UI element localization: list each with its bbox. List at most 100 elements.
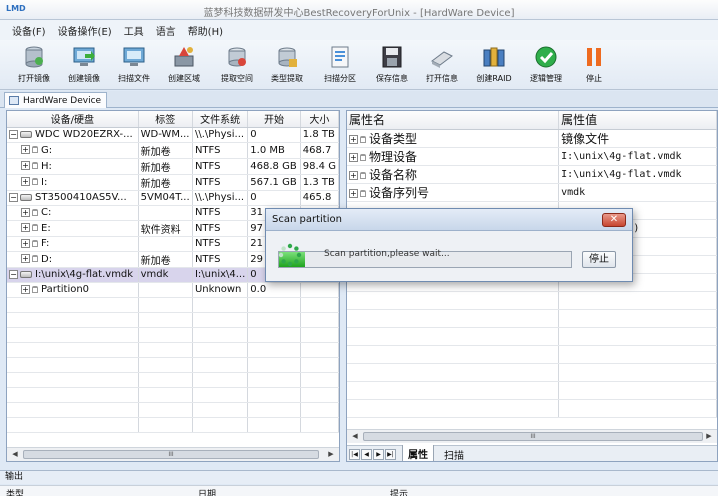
open-image-button[interactable]: 打开镜像 — [10, 44, 58, 88]
scan-files-button[interactable]: 扫描文件 — [110, 44, 158, 88]
filesystem-cell: NTFS — [192, 142, 249, 159]
properties-horizontal-scrollbar[interactable]: ◀ III ▶ — [347, 429, 717, 443]
logic-manage-icon — [535, 46, 557, 68]
volume-icon — [32, 162, 38, 169]
create-region-button[interactable]: 创建区域 — [160, 44, 208, 88]
output-column-type[interactable]: 类型 — [6, 487, 24, 496]
expand-icon[interactable]: + — [349, 152, 358, 162]
create-image-button[interactable]: 创建镜像 — [60, 44, 108, 88]
scroll-right-arrow-icon[interactable]: ▶ — [703, 431, 715, 442]
first-tab-icon[interactable]: |◀ — [349, 448, 360, 460]
expand-icon[interactable]: + — [349, 188, 358, 198]
expand-icon[interactable]: + — [21, 161, 30, 170]
expand-icon[interactable]: + — [21, 177, 30, 186]
tab-hardware-device[interactable]: HardWare Device — [4, 92, 108, 108]
collapse-icon[interactable]: − — [9, 192, 18, 202]
device-name-cell[interactable]: + D: — [7, 251, 139, 268]
menu-device-operation[interactable]: 设备操作(E) — [58, 23, 112, 38]
device-name-cell[interactable]: − ST3500410AS5V... — [7, 190, 139, 206]
tab-properties[interactable]: 属性 — [402, 445, 434, 461]
column-header-filesystem[interactable]: 文件系统 — [192, 111, 249, 128]
device-name-text: I:\unix\4g-flat.vmdk — [35, 269, 134, 280]
expand-icon[interactable]: + — [21, 238, 30, 248]
property-row[interactable]: + 物理设备 I:\unix\4g-flat.vmdk — [347, 147, 717, 166]
create-image-icon — [73, 47, 95, 66]
tab-scan[interactable]: 扫描 — [439, 446, 469, 462]
menu-help[interactable]: 帮助(H) — [188, 23, 223, 38]
property-row[interactable]: + 设备名称 I:\unix\4g-flat.vmdk — [347, 165, 717, 184]
extract-space-button[interactable]: 提取空间 — [213, 44, 261, 88]
empty-row — [347, 363, 717, 382]
device-name-cell[interactable]: + H: — [7, 158, 139, 175]
expand-icon[interactable]: + — [21, 284, 30, 294]
expand-icon[interactable]: + — [349, 170, 358, 180]
properties-pane: 属性名 属性值 + 设备类型 镜像文件 + 物理设备 I:\unix\4g-flat.vm… — [346, 110, 718, 462]
logic-manage-button[interactable]: 逻辑管理 — [522, 44, 570, 88]
table-row[interactable]: − WDC WD20EZRX-... WD-WM... \\.\Physi... 0 1.… — [7, 127, 339, 143]
save-info-button[interactable]: 保存信息 — [368, 44, 416, 88]
scroll-thumb[interactable]: III — [23, 450, 319, 459]
scan-partition-button[interactable]: 扫描分区 — [316, 44, 364, 88]
menu-tools[interactable]: 工具 — [124, 23, 144, 38]
device-name-cell[interactable]: + I: — [7, 174, 139, 191]
device-name-cell[interactable]: − I:\unix\4g-flat.vmdk — [7, 267, 139, 283]
table-row[interactable]: + H: 新加卷 NTFS 468.8 GB 98.4 G — [7, 158, 339, 175]
device-name-text: C: — [41, 207, 52, 218]
last-tab-icon[interactable]: ▶| — [385, 448, 396, 460]
output-panel-title: 输出 — [0, 470, 718, 484]
window-icon — [9, 96, 19, 105]
table-row[interactable]: + G: 新加卷 NTFS 1.0 MB 468.7 — [7, 142, 339, 159]
property-name-cell: + 设备类型 — [347, 129, 560, 148]
window-title: 蓝梦科技数据研发中心BestRecoveryForUnix - [HardWar… — [203, 8, 515, 19]
collapse-icon[interactable]: − — [9, 129, 18, 139]
device-name-cell[interactable]: − WDC WD20EZRX-... — [7, 127, 139, 143]
column-header-property-value[interactable]: 属性值 — [558, 111, 717, 130]
scroll-left-arrow-icon[interactable]: ◀ — [349, 431, 361, 442]
device-name-text: WDC WD20EZRX-... — [35, 129, 133, 140]
expand-icon[interactable]: + — [21, 145, 30, 154]
create-raid-button[interactable]: 创建RAID — [470, 44, 518, 88]
device-name-cell[interactable]: + Partition0 — [7, 282, 139, 298]
table-row[interactable]: − ST3500410AS5V... 5VM04T... \\.\Physi... 0 4… — [7, 190, 339, 206]
open-info-button[interactable]: 打开信息 — [418, 44, 466, 88]
scroll-right-arrow-icon[interactable]: ▶ — [325, 449, 337, 460]
filesystem-cell: NTFS — [192, 205, 249, 221]
device-name-cell[interactable]: + G: — [7, 142, 139, 159]
device-name-cell[interactable]: + C: — [7, 205, 139, 221]
type-extract-button[interactable]: 类型提取 — [263, 44, 311, 88]
device-name-text: D: — [41, 253, 53, 265]
column-header-device[interactable]: 设备/硬盘 — [7, 111, 139, 128]
device-horizontal-scrollbar[interactable]: ◀ III ▶ — [7, 447, 339, 461]
column-header-property-name[interactable]: 属性名 — [347, 111, 560, 130]
label-cell: 5VM04T... — [138, 190, 193, 206]
device-name-cell[interactable]: + F: — [7, 236, 139, 252]
menu-language[interactable]: 语言 — [156, 23, 176, 38]
table-row[interactable]: + I: 新加卷 NTFS 567.1 GB 1.3 TB — [7, 174, 339, 191]
expand-icon[interactable]: + — [21, 254, 30, 263]
device-list-pane: 设备/硬盘 标签 文件系统 开始 大小 − WDC WD20EZRX-... WD-… — [6, 110, 340, 462]
stop-toolbar-button[interactable]: 停止 — [570, 44, 618, 88]
column-header-size[interactable]: 大小 — [300, 111, 339, 128]
output-column-hint[interactable]: 提示 — [390, 487, 408, 496]
output-column-date[interactable]: 日期 — [198, 487, 216, 496]
expand-icon[interactable]: + — [21, 207, 30, 217]
property-row[interactable]: + 设备类型 镜像文件 — [347, 129, 717, 148]
expand-icon[interactable]: + — [21, 223, 30, 232]
device-name-cell[interactable]: + E: — [7, 220, 139, 237]
expand-icon[interactable]: + — [349, 134, 358, 144]
collapse-icon[interactable]: − — [9, 269, 18, 279]
property-row[interactable]: + 设备序列号 vmdk — [347, 183, 717, 202]
table-row[interactable]: + Partition0 Unknown 0.0 — [7, 282, 339, 298]
label-cell — [138, 205, 193, 221]
scroll-left-arrow-icon[interactable]: ◀ — [9, 449, 21, 460]
device-name-text: Partition0 — [41, 284, 90, 295]
close-icon[interactable]: ✕ — [602, 213, 626, 227]
next-tab-icon[interactable]: ▶ — [373, 448, 384, 460]
menu-device[interactable]: 设备(F) — [12, 23, 46, 38]
empty-row — [7, 312, 339, 328]
prev-tab-icon[interactable]: ◀ — [361, 448, 372, 460]
column-header-label[interactable]: 标签 — [138, 111, 193, 128]
stop-button[interactable]: 停止 — [582, 251, 616, 268]
scroll-thumb[interactable]: III — [363, 432, 703, 441]
column-header-start[interactable]: 开始 — [247, 111, 301, 128]
